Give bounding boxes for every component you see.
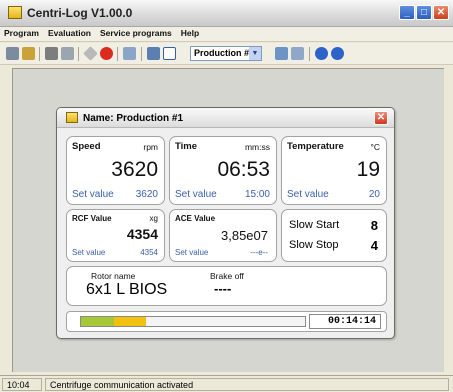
rotor-label: Rotor name bbox=[91, 271, 136, 281]
temperature-value: 19 bbox=[356, 158, 380, 181]
time-unit: mm:ss bbox=[244, 142, 270, 152]
ace-panel: ACE Value 3,85e07 Set value ---e-- bbox=[169, 209, 277, 262]
menu-service-programs[interactable]: Service programs bbox=[96, 27, 177, 38]
time-label: Time bbox=[175, 141, 198, 152]
progress-fill-green bbox=[81, 317, 114, 326]
toolbar: Production #1 ▼ bbox=[0, 43, 453, 65]
print-icon[interactable] bbox=[6, 47, 19, 60]
menu-evaluation[interactable]: Evaluation bbox=[44, 27, 96, 38]
dialog-icon bbox=[66, 112, 78, 123]
window-title: Centri-Log V1.00.0 bbox=[27, 6, 133, 20]
ace-set-value: ---e-- bbox=[250, 248, 268, 257]
temperature-label: Temperature bbox=[287, 141, 344, 152]
brake-label: Brake off bbox=[210, 271, 244, 281]
chart-icon[interactable] bbox=[275, 47, 288, 60]
toolbar-separator bbox=[141, 47, 142, 61]
temperature-set-label: Set value bbox=[287, 189, 329, 200]
app-icon bbox=[8, 6, 22, 19]
speed-value: 3620 bbox=[111, 158, 158, 181]
status-time: 10:04 bbox=[2, 378, 42, 391]
speed-set-value: 3620 bbox=[135, 189, 158, 200]
rotor-panel: Rotor name 6x1 L BIOS Brake off ---- bbox=[66, 266, 387, 306]
help-icon[interactable] bbox=[331, 47, 344, 60]
users-icon[interactable] bbox=[22, 47, 35, 60]
toolbar-separator bbox=[117, 47, 118, 61]
menu-program[interactable]: Program bbox=[0, 27, 44, 38]
toolbar-separator bbox=[309, 47, 310, 61]
run-progress-bar bbox=[80, 316, 306, 327]
record-icon[interactable] bbox=[100, 47, 113, 60]
rcf-set-value: 4354 bbox=[140, 248, 158, 257]
production-dialog: Name: Production #1 ✕ Speed rpm 3620 Set… bbox=[56, 107, 395, 339]
menu-bar: Program Evaluation Service programs Help bbox=[0, 27, 453, 42]
time-value: 06:53 bbox=[217, 158, 270, 181]
ace-value: 3,85e07 bbox=[221, 228, 268, 243]
rcf-label: RCF Value bbox=[72, 214, 112, 223]
refresh-icon[interactable] bbox=[123, 47, 136, 60]
window-icon[interactable] bbox=[163, 47, 176, 60]
menu-help[interactable]: Help bbox=[177, 27, 204, 38]
rcf-value: 4354 bbox=[126, 226, 158, 242]
rotor-name: 6x1 L BIOS bbox=[86, 281, 168, 298]
dialog-close-button[interactable]: ✕ bbox=[374, 111, 388, 125]
chevron-down-icon[interactable]: ▼ bbox=[249, 47, 261, 60]
status-message: Centrifuge communication activated bbox=[45, 378, 449, 391]
temperature-set-value: 20 bbox=[368, 189, 380, 200]
time-set-value: 15:00 bbox=[244, 189, 270, 200]
diamond-icon[interactable] bbox=[83, 46, 98, 61]
progress-time: 00:14:14 bbox=[309, 314, 381, 329]
minimize-button[interactable]: _ bbox=[399, 5, 415, 20]
production-select-value: Production #1 bbox=[194, 48, 255, 58]
speed-set-label: Set value bbox=[72, 189, 114, 200]
dialog-title: Name: Production #1 bbox=[83, 113, 184, 124]
temperature-unit: °C bbox=[370, 142, 380, 152]
rcf-unit: xg bbox=[149, 214, 158, 223]
temperature-panel: Temperature °C 19 Set value 20 bbox=[281, 136, 387, 205]
slow-start-label: Slow Start bbox=[289, 219, 340, 231]
ace-label: ACE Value bbox=[175, 214, 216, 223]
slow-stop-value: 4 bbox=[370, 238, 378, 253]
rcf-panel: RCF Value xg 4354 Set value 4354 bbox=[66, 209, 165, 262]
cut-icon[interactable] bbox=[45, 47, 58, 60]
toolbar-separator bbox=[39, 47, 40, 61]
copy-icon[interactable] bbox=[61, 47, 74, 60]
production-select[interactable]: Production #1 ▼ bbox=[190, 46, 262, 61]
speed-label: Speed bbox=[72, 141, 101, 152]
ace-set-label: Set value bbox=[175, 248, 209, 257]
slow-stop-label: Slow Stop bbox=[289, 239, 339, 251]
progress-fill-yellow bbox=[114, 317, 146, 326]
status-bar: 10:04 Centrifuge communication activated bbox=[0, 375, 453, 392]
title-bar: Centri-Log V1.00.0 _ □ ✕ bbox=[0, 0, 453, 27]
time-set-label: Set value bbox=[175, 189, 217, 200]
info-icon[interactable] bbox=[315, 47, 328, 60]
report-icon[interactable] bbox=[291, 47, 304, 60]
slow-start-value: 8 bbox=[370, 218, 378, 233]
close-button[interactable]: ✕ bbox=[433, 5, 449, 20]
maximize-button[interactable]: □ bbox=[416, 5, 432, 20]
progress-panel: 00:14:14 bbox=[66, 311, 387, 332]
app-window: Centri-Log V1.00.0 _ □ ✕ Program Evaluati… bbox=[0, 0, 453, 392]
brake-value: ---- bbox=[214, 281, 232, 296]
speed-panel: Speed rpm 3620 Set value 3620 bbox=[66, 136, 165, 205]
rcf-set-label: Set value bbox=[72, 248, 106, 257]
toolbar-separator bbox=[78, 47, 79, 61]
windows-icon[interactable] bbox=[147, 47, 160, 60]
slow-panel: Slow Start 8 Slow Stop 4 bbox=[281, 209, 387, 262]
speed-unit: rpm bbox=[143, 142, 158, 152]
time-panel: Time mm:ss 06:53 Set value 15:00 bbox=[169, 136, 277, 205]
dialog-title-bar: Name: Production #1 ✕ bbox=[57, 108, 394, 128]
